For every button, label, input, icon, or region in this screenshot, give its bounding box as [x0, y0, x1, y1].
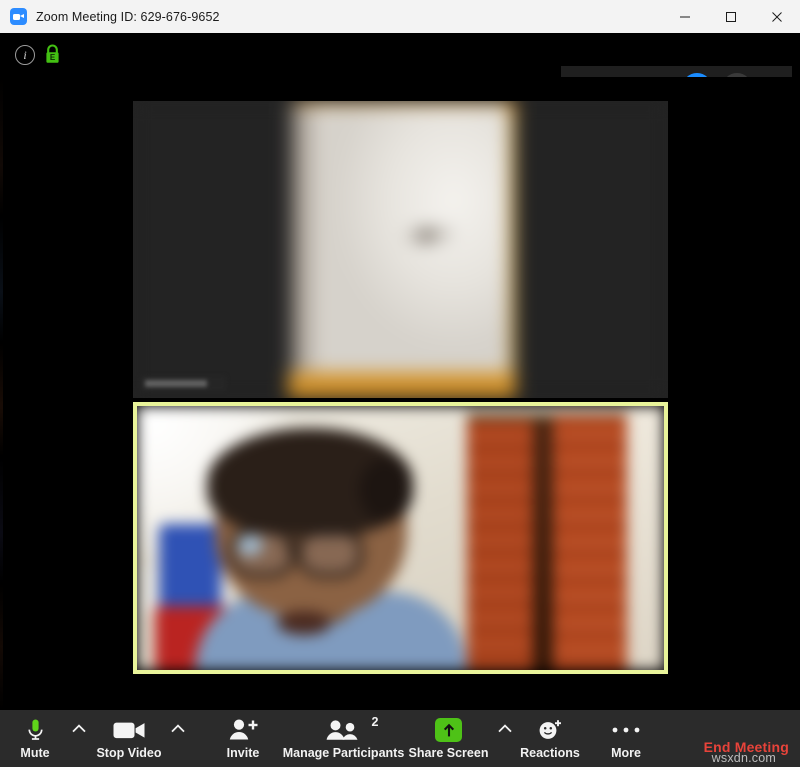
letterbox-left: [133, 101, 288, 398]
participant-name-label: [140, 376, 226, 391]
encryption-lock-icon[interactable]: E: [44, 44, 61, 64]
video-camera-icon: [113, 717, 146, 743]
minimize-icon: [680, 16, 690, 17]
window-title: Zoom Meeting ID: 629-676-9652: [36, 9, 220, 24]
stage-edge-artifact: [0, 77, 3, 710]
info-icon[interactable]: i: [15, 45, 35, 65]
curtain-gap: [533, 420, 555, 670]
share-screen-label: Share Screen: [408, 746, 489, 760]
chevron-up-icon: [171, 724, 185, 733]
share-options-chevron[interactable]: [494, 710, 516, 767]
maximize-icon: [726, 11, 736, 22]
svg-text:E: E: [50, 53, 56, 62]
maximize-button[interactable]: [708, 0, 754, 33]
more-label: More: [611, 746, 641, 760]
curtain-right: [553, 416, 627, 670]
chevron-up-icon: [72, 724, 86, 733]
minimize-button[interactable]: [662, 0, 708, 33]
zoom-meeting-window: Zoom Meeting ID: 629-676-9652 i E Mute S…: [0, 0, 800, 767]
participant-video-top[interactable]: [133, 101, 668, 398]
video-stage: [0, 77, 800, 710]
curtain-left: [467, 420, 535, 670]
manage-participants-label: Manage Participants: [282, 746, 405, 760]
person-add-icon: [228, 717, 259, 743]
video-options-chevron[interactable]: [167, 710, 189, 767]
manage-participants-button[interactable]: 2 Manage Participants: [277, 710, 410, 767]
stop-video-button[interactable]: Stop Video: [96, 710, 162, 767]
smiley-plus-icon: [537, 717, 563, 743]
mute-label: Mute: [20, 746, 50, 760]
zoom-camera-icon: [10, 8, 27, 25]
ellipsis-icon: [611, 717, 641, 743]
reactions-label: Reactions: [520, 746, 580, 760]
title-bar: Zoom Meeting ID: 629-676-9652: [0, 0, 800, 34]
close-icon: [772, 11, 782, 22]
letterbox-right: [516, 101, 668, 398]
glasses-bridge: [285, 544, 299, 549]
chevron-up-icon: [498, 724, 512, 733]
window-controls: [662, 0, 800, 33]
mute-button[interactable]: Mute: [8, 710, 62, 767]
meeting-top-bar: i E 00:00:17: [0, 33, 800, 110]
audio-options-chevron[interactable]: [68, 710, 90, 767]
invite-button[interactable]: Invite: [215, 710, 271, 767]
stop-video-label: Stop Video: [96, 746, 162, 760]
door-bottom-trim: [288, 372, 516, 398]
bottom-tile-scene: [137, 406, 664, 670]
door-knob: [419, 229, 433, 242]
people-icon: 2: [325, 715, 379, 743]
site-watermark: wsxdn.com: [711, 751, 776, 765]
invite-label: Invite: [226, 746, 260, 760]
participant-count-badge: 2: [371, 715, 379, 729]
meeting-toolbar: Mute Stop Video Invite 2 Manage Particip…: [0, 710, 800, 767]
participant-video-bottom[interactable]: [133, 402, 668, 674]
glasses-right-lens: [297, 528, 363, 578]
close-button[interactable]: [754, 0, 800, 33]
wall-right: [627, 406, 664, 670]
door-scene: [288, 101, 516, 398]
glasses-left-lens: [229, 528, 295, 578]
person-mouth: [277, 611, 331, 635]
share-screen-up-arrow-icon: [435, 717, 462, 743]
share-screen-button[interactable]: Share Screen: [409, 710, 488, 767]
microphone-icon: [26, 717, 45, 743]
person-hair-bun: [359, 458, 413, 522]
reactions-button[interactable]: Reactions: [520, 710, 580, 767]
door-edge: [288, 101, 295, 398]
more-button[interactable]: More: [600, 710, 652, 767]
lens-glint: [237, 534, 263, 556]
